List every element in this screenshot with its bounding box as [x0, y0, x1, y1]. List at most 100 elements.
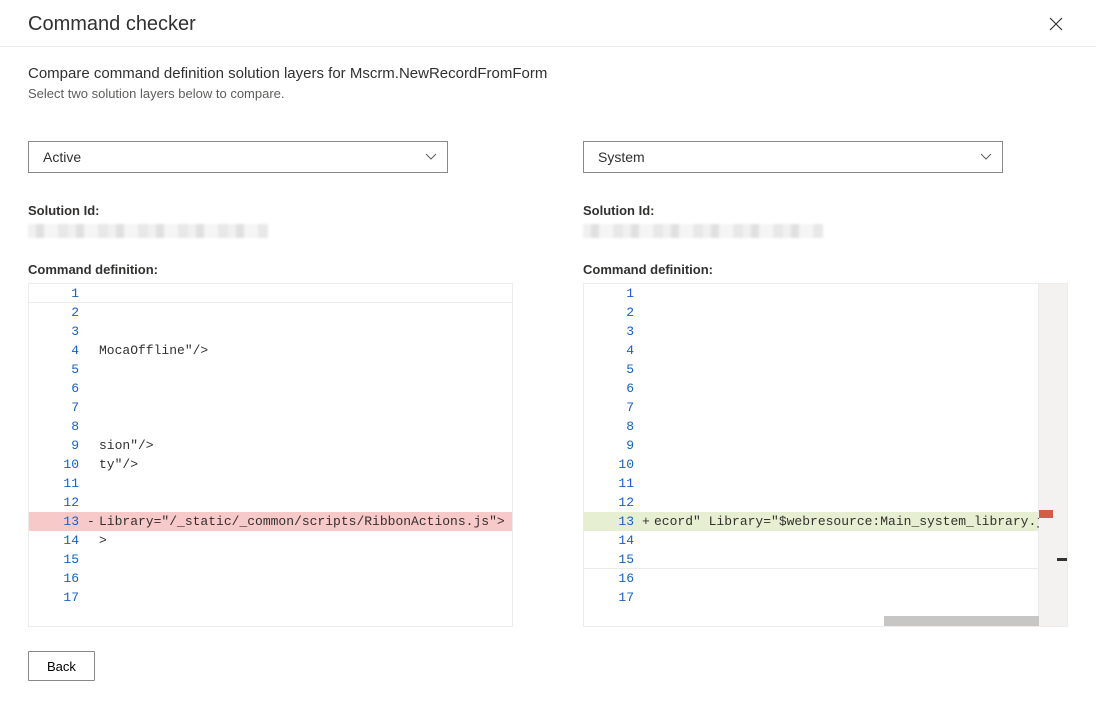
line-number: 1 [29, 284, 87, 302]
line-number: 11 [29, 474, 87, 493]
code-line: 7 [29, 398, 512, 417]
diff-marker-char [87, 379, 97, 398]
close-icon [1049, 17, 1063, 31]
line-number: 3 [584, 322, 642, 341]
left-column: Active Solution Id: Command definition: … [28, 141, 513, 627]
diff-marker-char [87, 341, 97, 360]
code-line: 4MocaOffline"/> [29, 341, 512, 360]
chevron-down-icon [425, 151, 437, 163]
code-line: 3 [584, 322, 1038, 341]
diff-marker-char [87, 569, 97, 588]
left-layer-select[interactable]: Active [28, 141, 448, 173]
code-text [97, 474, 99, 493]
code-text [652, 417, 654, 436]
code-line: 17 [584, 588, 1038, 607]
code-text [97, 493, 99, 512]
code-text: MocaOffline"/> [97, 341, 208, 360]
code-line: 16 [29, 569, 512, 588]
diff-marker-char [642, 455, 652, 474]
right-layer-select[interactable]: System [583, 141, 1003, 173]
code-line: 2 [584, 303, 1038, 322]
code-line: 7 [584, 398, 1038, 417]
code-text [97, 588, 99, 607]
code-text [97, 284, 99, 302]
code-line: 12 [29, 493, 512, 512]
diff-marker-char: + [642, 512, 652, 531]
code-text: > [97, 531, 107, 550]
right-solution-id-value-redacted [583, 224, 823, 238]
diff-marker-char [642, 550, 652, 568]
code-text [652, 284, 654, 303]
diff-marker-char [642, 284, 652, 303]
diff-marker-char [642, 341, 652, 360]
code-line: 13- Library="/_static/_common/scripts/Ri… [29, 512, 512, 531]
code-text [652, 550, 654, 568]
code-text [652, 436, 654, 455]
left-layer-select-value: Active [43, 149, 81, 165]
line-number: 4 [584, 341, 642, 360]
code-text [97, 569, 99, 588]
right-column: System Solution Id: Command definition: … [583, 141, 1068, 627]
back-button[interactable]: Back [28, 651, 95, 681]
diff-marker-char [87, 284, 97, 302]
code-text [97, 360, 99, 379]
code-text [652, 322, 654, 341]
line-number: 2 [584, 303, 642, 322]
diff-marker-char [87, 588, 97, 607]
code-text: Library="/_static/_common/scripts/Ribbon… [97, 512, 505, 531]
left-code-viewer[interactable]: 1234MocaOffline"/>56789sion"/>10ty"/>111… [28, 283, 513, 627]
right-layer-select-value: System [598, 149, 645, 165]
line-number: 8 [29, 417, 87, 436]
line-number: 15 [584, 550, 642, 568]
code-text [652, 531, 654, 550]
line-number: 1 [584, 284, 642, 303]
left-solution-id-label: Solution Id: [28, 203, 513, 218]
diff-marker-char [642, 531, 652, 550]
diff-marker-char [642, 588, 652, 607]
code-line: 14> [29, 531, 512, 550]
dialog-title: Command checker [28, 13, 196, 36]
left-solution-id-value-redacted [28, 224, 268, 238]
code-text [97, 322, 99, 341]
code-text [652, 360, 654, 379]
diff-overview-ruler[interactable] [1039, 284, 1067, 626]
code-line: 8 [29, 417, 512, 436]
diff-marker-char [87, 474, 97, 493]
code-text: ecord" Library="$webresource:Main_system… [652, 512, 1067, 531]
code-text [97, 303, 99, 322]
line-number: 10 [584, 455, 642, 474]
code-line: 3 [29, 322, 512, 341]
line-number: 5 [29, 360, 87, 379]
code-text [652, 398, 654, 417]
diff-marker [1039, 510, 1053, 518]
line-number: 2 [29, 303, 87, 322]
diff-marker-char [87, 436, 97, 455]
line-number: 11 [584, 474, 642, 493]
line-number: 12 [584, 493, 642, 512]
dialog-footer: Back [0, 627, 1096, 705]
right-command-def-label: Command definition: [583, 262, 1068, 277]
line-number: 5 [584, 360, 642, 379]
compare-columns: Active Solution Id: Command definition: … [28, 141, 1068, 627]
code-text [652, 569, 654, 588]
code-text [97, 550, 99, 569]
close-button[interactable] [1044, 12, 1068, 36]
horizontal-scrollbar[interactable] [884, 616, 1038, 626]
line-number: 8 [584, 417, 642, 436]
subtitle: Compare command definition solution laye… [28, 65, 1068, 82]
diff-marker-char [642, 303, 652, 322]
right-code-viewer[interactable]: 12345678910111213+ecord" Library="$webre… [583, 283, 1068, 627]
diff-marker-char [87, 398, 97, 417]
diff-marker-char [87, 303, 97, 322]
line-number: 7 [584, 398, 642, 417]
diff-marker-char [642, 474, 652, 493]
code-text [652, 493, 654, 512]
code-line: 6 [584, 379, 1038, 398]
code-text: sion"/> [97, 436, 154, 455]
code-text [97, 398, 99, 417]
code-text: ty"/> [97, 455, 138, 474]
line-number: 15 [29, 550, 87, 569]
diff-marker-char [87, 550, 97, 569]
code-line: 13+ecord" Library="$webresource:Main_sys… [584, 512, 1038, 531]
code-line: 12 [584, 493, 1038, 512]
